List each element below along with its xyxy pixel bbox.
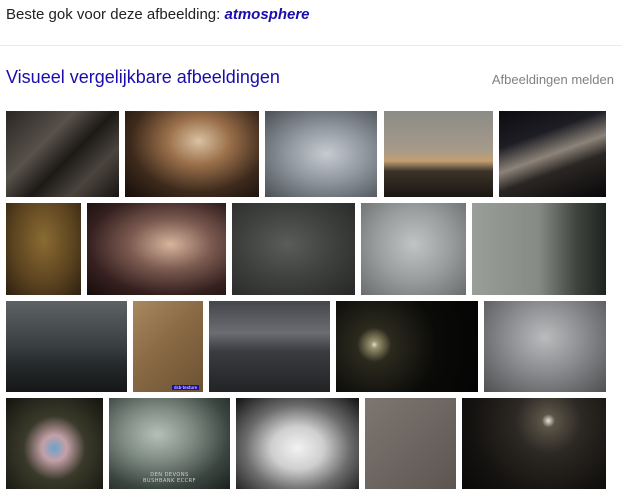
- thumb-road-horizon[interactable]: [384, 111, 493, 197]
- thumb-foggy-trees[interactable]: [87, 203, 226, 295]
- thumb-milky-way[interactable]: [499, 111, 606, 197]
- album-cover-caption-line2: BUSHBANK ECCRF: [143, 478, 196, 484]
- thumb-dark-texture[interactable]: [6, 111, 119, 197]
- thumb-golden-grunge[interactable]: [6, 203, 81, 295]
- thumb-misty-mountains[interactable]: [209, 301, 330, 392]
- thumb-moon-clouds[interactable]: [336, 301, 478, 392]
- thumb-amber-mist[interactable]: [125, 111, 259, 197]
- thumb-watermark-tag: dsb-texture: [172, 385, 200, 390]
- report-images-link[interactable]: Afbeeldingen melden: [492, 72, 614, 87]
- thumb-grey-sky[interactable]: [265, 111, 377, 197]
- thumb-grey-clouds[interactable]: [484, 301, 606, 392]
- thumb-taupe-texture[interactable]: [365, 398, 456, 489]
- thumb-album-cover[interactable]: DEN DEVONS BUSHBANK ECCRF: [109, 398, 230, 489]
- thumb-brown-paper[interactable]: dsb-texture: [133, 301, 203, 392]
- divider: [0, 45, 622, 46]
- best-guess-label: Beste gok voor deze afbeelding:: [6, 6, 221, 23]
- thumb-grey-gradient[interactable]: [361, 203, 466, 295]
- best-guess-query-link[interactable]: atmosphere: [225, 6, 310, 23]
- thumb-foggy-field[interactable]: [472, 203, 606, 295]
- thumb-glowing-hands[interactable]: [6, 398, 103, 489]
- album-cover-caption: DEN DEVONS BUSHBANK ECCRF: [109, 472, 230, 484]
- similar-images-title[interactable]: Visueel vergelijkbare afbeeldingen: [6, 67, 280, 88]
- thumb-city-storm[interactable]: [6, 301, 127, 392]
- thumb-white-smoke[interactable]: [236, 398, 359, 489]
- thumb-dark-grunge[interactable]: [232, 203, 355, 295]
- thumb-night-moon[interactable]: [462, 398, 606, 489]
- best-guess: Beste gok voor deze afbeelding: atmosphe…: [6, 6, 310, 23]
